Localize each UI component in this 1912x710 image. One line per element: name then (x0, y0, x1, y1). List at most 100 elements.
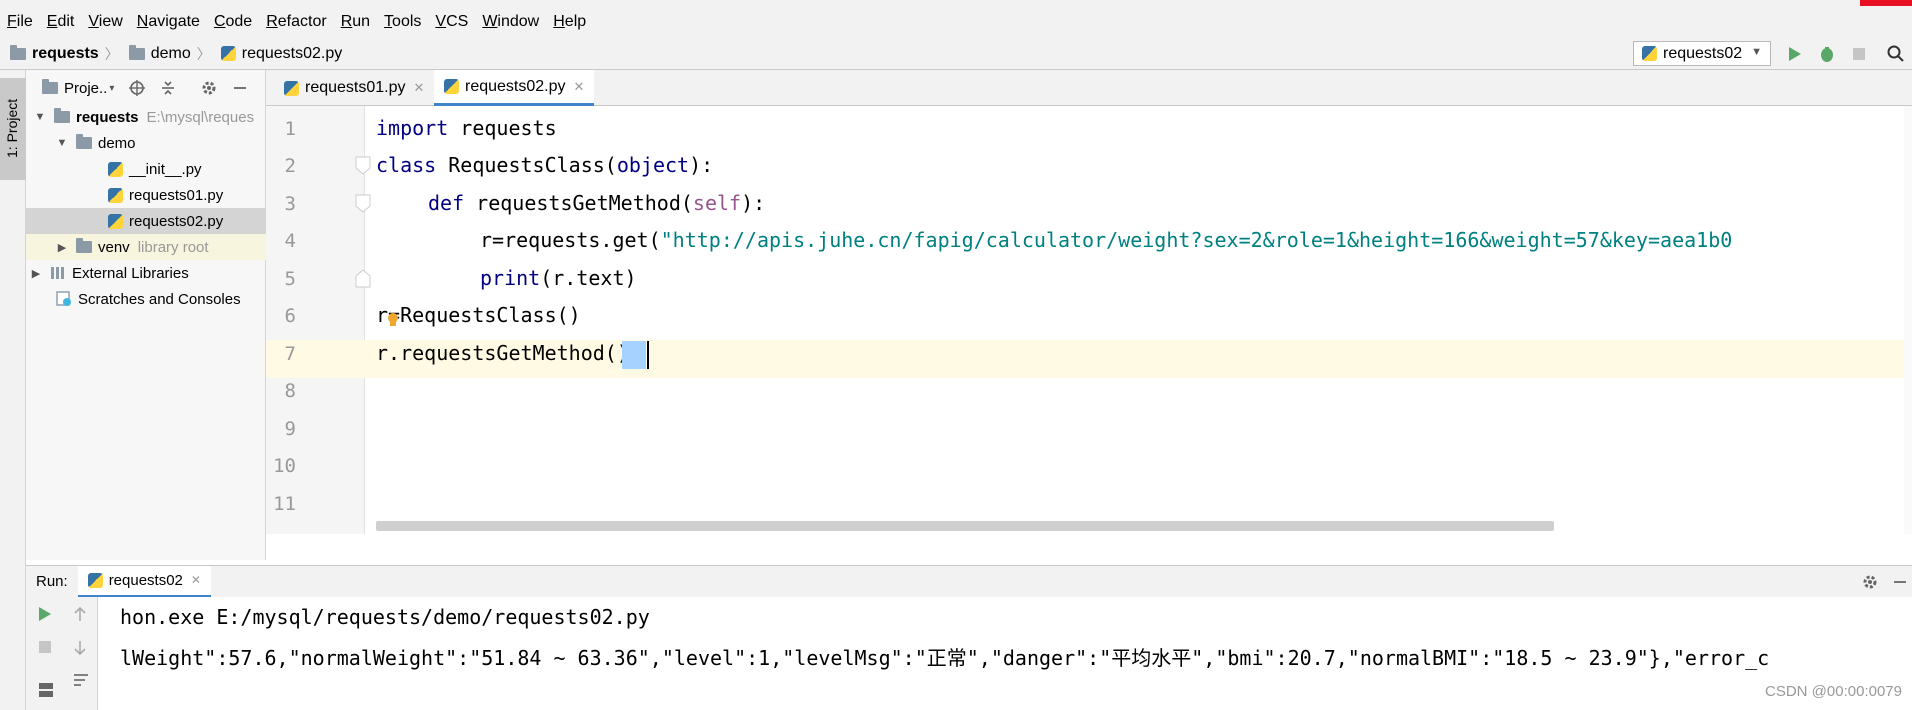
project-view-select[interactable]: Proje.. (64, 80, 107, 97)
code-line-6: r=RequestsClass() (376, 303, 581, 327)
gear-icon[interactable] (200, 79, 218, 97)
text-cursor (647, 341, 649, 369)
library-icon (51, 267, 64, 279)
debug-button[interactable] (1817, 44, 1837, 64)
fold-marker-icon[interactable] (355, 156, 371, 176)
tab-requests01[interactable]: requests01.py ✕ (274, 70, 434, 106)
tree-item-requests01[interactable]: requests01.py (26, 182, 266, 208)
gear-icon[interactable] (1862, 574, 1878, 590)
line-number: 8 (284, 380, 296, 402)
code-text: r=requests.get( (480, 228, 661, 252)
menu-help[interactable]: Help (546, 6, 593, 38)
tree-item-label: External Libraries (72, 264, 189, 282)
run-config-label: requests02 (1663, 44, 1743, 62)
breadcrumb-folder[interactable]: demo 〉 (128, 44, 211, 64)
breadcrumb-label: requests (32, 44, 99, 62)
bulb-icon[interactable] (386, 312, 400, 328)
chevron-right-icon: 〉 (104, 45, 119, 62)
chevron-right-icon: 〉 (196, 45, 211, 62)
tab-requests02[interactable]: requests02.py ✕ (434, 70, 595, 106)
close-icon[interactable]: ✕ (414, 80, 425, 96)
error-stripe[interactable] (1904, 106, 1912, 534)
folder-icon (54, 108, 70, 123)
folder-icon (42, 79, 58, 94)
chevron-down-icon[interactable]: ▼ (32, 111, 48, 123)
tree-item-label: requests (76, 108, 139, 126)
project-tool-tab[interactable]: 1: Project (0, 78, 26, 180)
layout-icon[interactable] (38, 682, 54, 698)
horizontal-scrollbar[interactable] (376, 521, 1554, 531)
menu-edit[interactable]: Edit (40, 6, 82, 38)
line-number: 10 (273, 455, 296, 477)
folder-icon (76, 238, 92, 253)
chevron-down-icon[interactable]: ▼ (54, 137, 70, 149)
stop-button[interactable] (1849, 44, 1869, 64)
minimize-icon[interactable] (232, 80, 248, 96)
menu-run[interactable]: Run (334, 6, 377, 38)
fold-marker-icon[interactable] (355, 268, 371, 288)
collapse-all-icon[interactable] (160, 80, 176, 96)
search-button[interactable] (1886, 44, 1906, 64)
line-number: 3 (284, 193, 296, 215)
line-number: 5 (284, 268, 296, 290)
tree-item-venv[interactable]: ▶ venv library root (26, 234, 266, 260)
soft-wrap-icon[interactable] (73, 672, 89, 688)
bug-icon (1821, 47, 1833, 62)
run-toolbar (26, 597, 98, 710)
folder-icon (76, 134, 92, 149)
tree-item-scratches[interactable]: Scratches and Consoles (26, 286, 266, 312)
menu-navigate[interactable]: Navigate (130, 6, 207, 38)
keyword: def (428, 191, 465, 215)
line-number: 9 (284, 418, 296, 440)
menu-window[interactable]: Window (475, 6, 546, 38)
builtin: print (480, 266, 541, 290)
tree-item-init[interactable]: __init__.py (26, 156, 266, 182)
console-line: hon.exe E:/mysql/requests/demo/requests0… (120, 605, 650, 629)
breadcrumb-label: requests02.py (241, 44, 343, 62)
down-arrow-icon[interactable] (73, 640, 87, 656)
minimize-icon[interactable] (1892, 574, 1908, 590)
navigation-bar: requests 〉 demo 〉 requests02.py requests… (0, 38, 1912, 70)
breadcrumb-project[interactable]: requests 〉 (10, 44, 119, 64)
editor-tabs: requests01.py ✕ requests02.py ✕ (266, 70, 1912, 106)
menu-file[interactable]: File (0, 6, 40, 38)
close-icon[interactable]: ✕ (191, 573, 201, 587)
tree-item-label: requests02.py (129, 212, 224, 230)
tree-item-label: Scratches and Consoles (78, 290, 241, 308)
line-number: 6 (284, 305, 296, 327)
run-button[interactable] (1785, 44, 1805, 64)
code-text: requests (448, 116, 557, 140)
run-tab[interactable]: requests02 ✕ (77, 565, 211, 598)
code-line-5: print(r.text) (480, 266, 637, 290)
code-line-1: import requests (376, 116, 557, 140)
close-icon[interactable]: ✕ (574, 79, 585, 95)
menu-tools[interactable]: Tools (377, 6, 428, 38)
line-number: 11 (273, 493, 296, 515)
tree-item-external-libraries[interactable]: ▶ External Libraries (26, 260, 266, 286)
tab-label: requests02.py (465, 77, 566, 95)
stop-icon[interactable] (38, 640, 52, 654)
tree-item-requests02[interactable]: requests02.py (26, 208, 266, 234)
menu-view[interactable]: View (81, 6, 129, 38)
locate-icon[interactable] (128, 79, 146, 97)
folder-icon (10, 44, 26, 60)
chevron-right-icon[interactable]: ▶ (54, 241, 70, 254)
python-file-icon (220, 46, 236, 61)
scratches-icon (56, 291, 71, 306)
code-text: requestsGetMethod( (464, 191, 693, 215)
rerun-icon[interactable] (38, 606, 52, 622)
run-config-select[interactable]: requests02 ▼ (1633, 41, 1771, 66)
tree-item-requests[interactable]: ▼ requests E:\mysql\reques (26, 104, 266, 130)
chevron-right-icon[interactable]: ▶ (28, 267, 44, 280)
menu-code[interactable]: Code (207, 6, 259, 38)
menu-refactor[interactable]: Refactor (259, 6, 333, 38)
python-file-icon (108, 213, 123, 229)
up-arrow-icon[interactable] (73, 606, 87, 622)
code-text: ): (741, 191, 766, 215)
chevron-down-icon[interactable]: ▾ (109, 83, 114, 94)
fold-marker-icon[interactable] (355, 194, 371, 214)
code-text: (r.text) (540, 266, 637, 290)
breadcrumb-file[interactable]: requests02.py (220, 44, 343, 63)
menu-vcs[interactable]: VCS (428, 6, 475, 38)
tree-item-demo[interactable]: ▼ demo (26, 130, 266, 156)
